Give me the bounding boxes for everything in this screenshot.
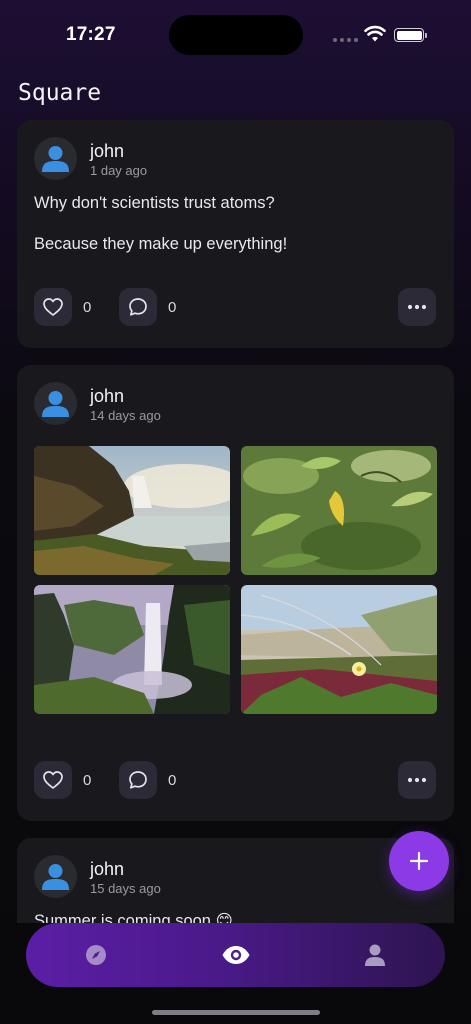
status-time: 17:27 [66, 24, 116, 45]
dynamic-island [169, 15, 303, 55]
more-options-button[interactable] [398, 288, 436, 326]
person-icon [365, 944, 385, 966]
post-card[interactable]: john 1 day ago Why don't scientists trus… [17, 120, 454, 348]
comment-count: 0 [168, 299, 177, 316]
like-count: 0 [83, 772, 92, 789]
post-timestamp: 1 day ago [90, 163, 148, 178]
ellipsis-icon [407, 304, 427, 310]
post-author[interactable]: john [90, 141, 124, 162]
post-card[interactable]: john 15 days ago Summer is coming soon 😊 [17, 838, 454, 923]
bottom-tab-bar [26, 923, 445, 987]
wifi-icon [364, 25, 386, 42]
create-post-button[interactable] [389, 831, 449, 891]
post-text-line: Summer is coming soon 😊 [34, 912, 233, 923]
like-button[interactable] [34, 288, 72, 326]
like-count: 0 [83, 299, 92, 316]
avatar[interactable] [34, 137, 77, 180]
post-author[interactable]: john [90, 859, 124, 880]
post-text-line: Why don't scientists trust atoms? [34, 194, 275, 212]
post-timestamp: 14 days ago [90, 408, 161, 423]
ellipsis-icon [407, 777, 427, 783]
comment-count: 0 [168, 772, 177, 789]
post-text-line: Because they make up everything! [34, 235, 288, 253]
plus-icon [409, 851, 429, 871]
heart-icon [43, 298, 63, 316]
eye-icon [222, 946, 250, 964]
post-feed[interactable]: john 1 day ago Why don't scientists trus… [17, 120, 454, 923]
compass-icon [86, 945, 106, 965]
person-icon [42, 146, 69, 172]
comment-button[interactable] [119, 761, 157, 799]
tab-profile[interactable] [335, 923, 415, 987]
battery-icon [394, 28, 427, 42]
comment-icon [129, 771, 147, 789]
home-indicator [152, 1010, 320, 1015]
post-author[interactable]: john [90, 386, 124, 407]
more-options-button[interactable] [398, 761, 436, 799]
person-icon [42, 864, 69, 890]
post-image-green-leaves[interactable] [241, 446, 437, 575]
avatar[interactable] [34, 855, 77, 898]
post-image-waterfall-landscape[interactable] [34, 446, 230, 575]
page-title: Square [18, 80, 102, 106]
status-bar: 17:27 [0, 0, 471, 64]
tab-explore[interactable] [56, 923, 136, 987]
like-button[interactable] [34, 761, 72, 799]
tab-square[interactable] [196, 923, 276, 987]
cellular-signal-icon [333, 38, 358, 42]
post-timestamp: 15 days ago [90, 881, 161, 896]
person-icon [42, 391, 69, 417]
comment-icon [129, 298, 147, 316]
comment-button[interactable] [119, 288, 157, 326]
post-image-flowers-beach[interactable] [241, 585, 437, 714]
avatar[interactable] [34, 382, 77, 425]
post-image-misty-waterfall[interactable] [34, 585, 230, 714]
heart-icon [43, 771, 63, 789]
post-card[interactable]: john 14 days ago 0 0 [17, 365, 454, 821]
